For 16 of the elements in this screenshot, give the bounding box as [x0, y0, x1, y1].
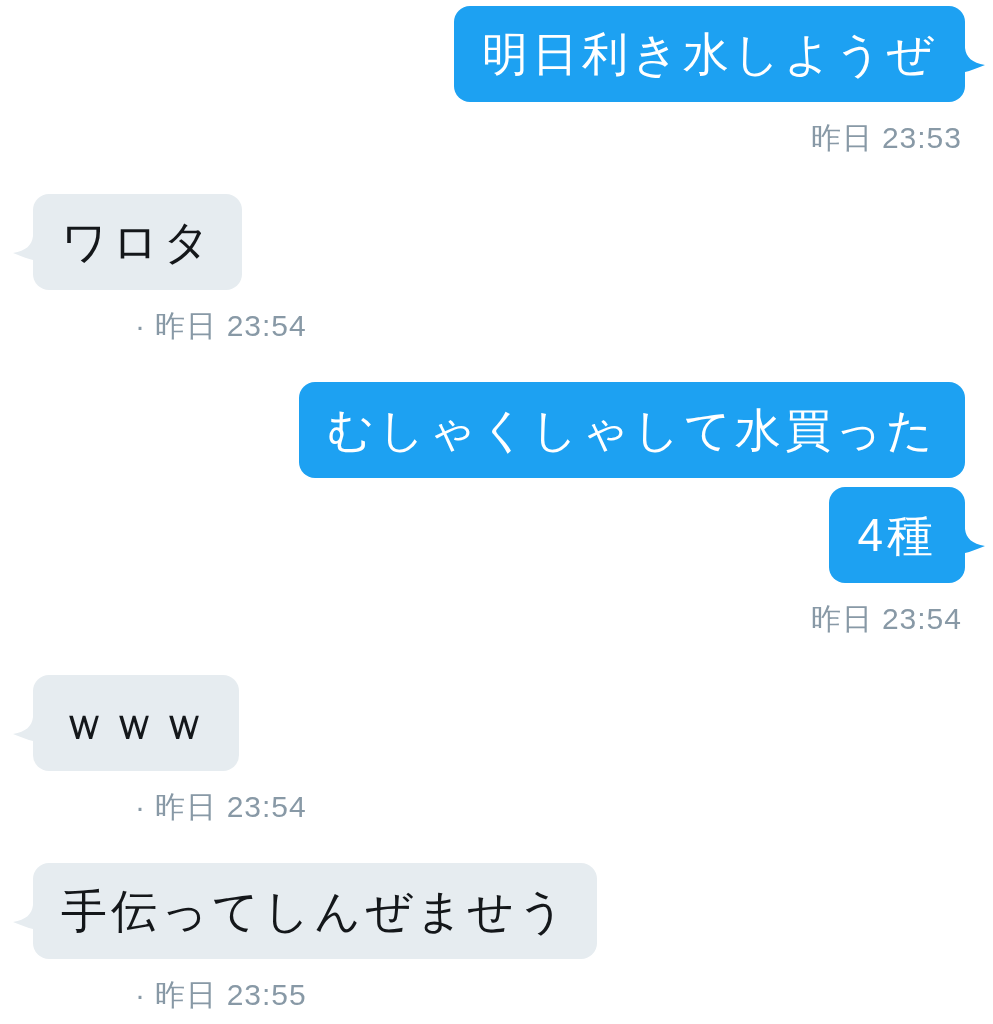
message-timestamp: 昨日 23:53: [810, 120, 962, 156]
message-bubble: 明日利き水しようぜ: [454, 6, 965, 102]
bubble-tail-icon: [13, 717, 33, 741]
message-timestamp: · 昨日 23:55: [135, 977, 307, 1013]
message-bubble: むしゃくしゃして水買った: [299, 382, 965, 478]
message-timestamp: 昨日 23:54: [810, 601, 962, 637]
message-timestamp: · 昨日 23:54: [135, 308, 307, 344]
bubble-tail-icon: [13, 236, 33, 260]
message-bubble: ｗｗｗ: [33, 675, 239, 771]
message-bubble: ワロタ: [33, 194, 242, 290]
message-bubble: 4種: [829, 487, 965, 583]
message-bubble: 手伝ってしんぜませう: [33, 863, 597, 959]
message-timestamp: · 昨日 23:54: [135, 789, 307, 825]
bubble-tail-icon: [965, 529, 985, 553]
bubble-tail-icon: [13, 905, 33, 929]
bubble-tail-icon: [965, 48, 985, 72]
